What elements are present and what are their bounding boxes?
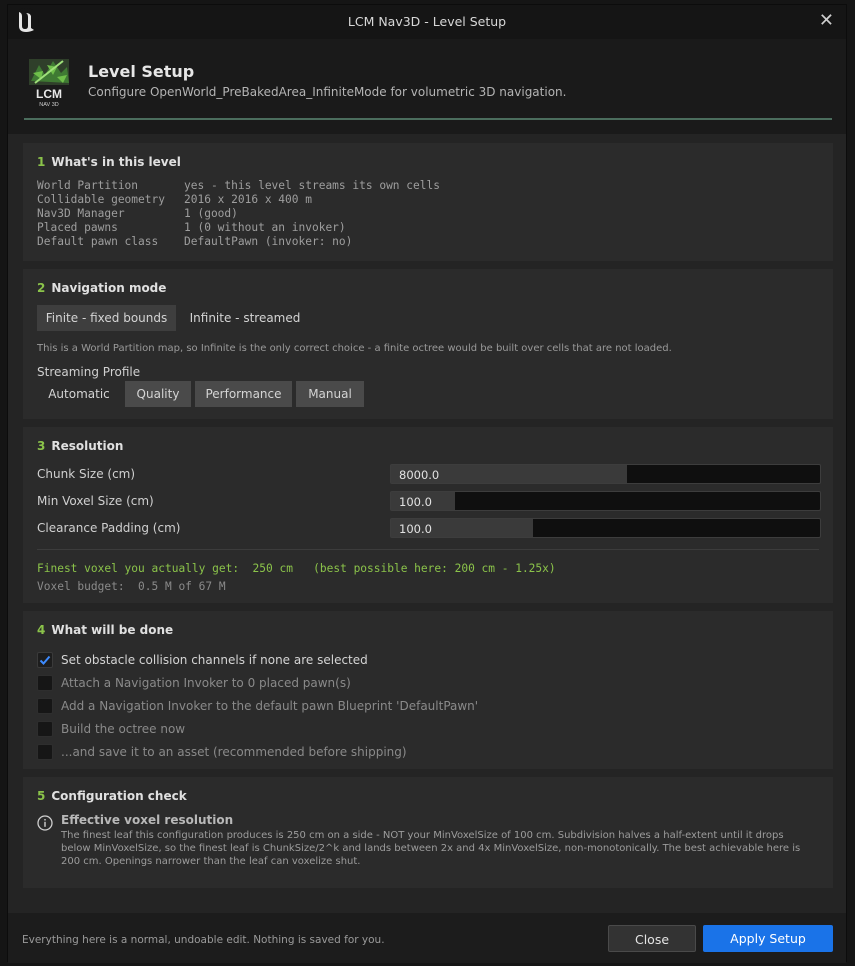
apply-setup-button[interactable]: Apply Setup bbox=[703, 925, 833, 952]
action-label: ...and save it to an asset (recommended … bbox=[61, 745, 407, 759]
mode-infinite-button[interactable]: Infinite - streamed bbox=[181, 305, 309, 331]
slider-value: 100.0 bbox=[399, 495, 432, 509]
checkbox-unchecked[interactable] bbox=[37, 698, 53, 714]
info-row-placed-pawns: Placed pawns 1 (0 without an invoker) bbox=[37, 221, 346, 234]
page-title: Level Setup bbox=[88, 62, 195, 81]
finest-voxel-readout: Finest voxel you actually get: 250 cm (b… bbox=[37, 562, 556, 575]
info-row-world-partition: World Partition yes - this level streams … bbox=[37, 179, 440, 192]
clearance-padding-slider[interactable]: 100.0 bbox=[390, 518, 821, 538]
slider-value: 8000.0 bbox=[399, 468, 440, 482]
info-row-default-pawn: Default pawn class DefaultPawn (invoker: … bbox=[37, 235, 353, 248]
close-icon[interactable]: ✕ bbox=[819, 11, 834, 31]
page-subtitle: Configure OpenWorld_PreBakedArea_Infinit… bbox=[88, 85, 567, 99]
section-title: 1 What's in this level bbox=[37, 155, 181, 169]
section-title: 4 What will be done bbox=[37, 623, 174, 637]
profile-quality-button[interactable]: Quality bbox=[125, 381, 191, 407]
checkmark-icon bbox=[39, 655, 51, 665]
check-line: 200 cm. Openings narrower than the leaf … bbox=[61, 856, 361, 867]
section-level-info: 1 What's in this level World Partition yes… bbox=[23, 143, 833, 261]
footer-note: Everything here is a normal, undoable ed… bbox=[22, 934, 385, 946]
profile-automatic-button[interactable]: Automatic bbox=[37, 381, 121, 407]
mode-finite-button[interactable]: Finite - fixed bounds bbox=[37, 305, 176, 331]
chunk-size-slider[interactable]: 8000.0 bbox=[390, 464, 821, 484]
chunk-size-label: Chunk Size (cm) bbox=[37, 467, 136, 481]
action-save-asset[interactable]: ...and save it to an asset (recommended … bbox=[37, 743, 797, 761]
section-title: 3 Resolution bbox=[37, 439, 124, 453]
section-actions: 4 What will be done Set obstacle collisio… bbox=[23, 611, 833, 769]
section-navigation-mode: 2 Navigation mode Finite - fixed bounds I… bbox=[23, 269, 833, 419]
title-bar[interactable]: LCM Nav3D - Level Setup ✕ bbox=[8, 5, 846, 39]
check-item-title: Effective voxel resolution bbox=[61, 813, 234, 827]
check-item-body: The finest leaf this configuration produ… bbox=[61, 829, 831, 868]
action-build-octree[interactable]: Build the octree now bbox=[37, 720, 797, 738]
window-title: LCM Nav3D - Level Setup bbox=[347, 14, 507, 29]
info-row-collidable-geometry: Collidable geometry 2016 x 2016 x 400 m bbox=[37, 193, 312, 206]
slider-value: 100.0 bbox=[399, 522, 432, 536]
action-add-invoker-default-pawn[interactable]: Add a Navigation Invoker to the default … bbox=[37, 697, 797, 715]
profile-manual-button[interactable]: Manual bbox=[296, 381, 364, 407]
checkbox-unchecked[interactable] bbox=[37, 721, 53, 737]
resolution-divider bbox=[37, 549, 819, 550]
section-configuration-check: 5 Configuration check Effective voxel res… bbox=[23, 777, 833, 888]
mode-hint: This is a World Partition map, so Infini… bbox=[37, 343, 672, 354]
lcm-nav3d-logo: LCM NAV 3D bbox=[29, 59, 69, 108]
footer: Everything here is a normal, undoable ed… bbox=[8, 913, 846, 963]
min-voxel-size-slider[interactable]: 100.0 bbox=[390, 491, 821, 511]
info-icon bbox=[37, 815, 53, 831]
check-line: The finest leaf this configuration produ… bbox=[61, 830, 784, 841]
checkbox-checked[interactable] bbox=[37, 652, 53, 668]
close-button[interactable]: Close bbox=[608, 925, 696, 952]
voxel-budget-readout: Voxel budget: 0.5 M of 67 M bbox=[37, 580, 226, 593]
action-label: Add a Navigation Invoker to the default … bbox=[61, 699, 479, 713]
logo-text-bottom: NAV 3D bbox=[39, 102, 58, 108]
header: LCM NAV 3D Level Setup Configure OpenWor… bbox=[8, 39, 846, 134]
action-collision-channels[interactable]: Set obstacle collision channels if none … bbox=[37, 651, 797, 669]
level-setup-window: LCM Nav3D - Level Setup ✕ LCM NAV 3D Lev… bbox=[7, 4, 847, 963]
action-label: Build the octree now bbox=[61, 722, 186, 736]
checkbox-unchecked[interactable] bbox=[37, 675, 53, 691]
section-resolution: 3 Resolution Chunk Size (cm) 8000.0 Min V… bbox=[23, 427, 833, 603]
clearance-padding-label: Clearance Padding (cm) bbox=[37, 521, 181, 535]
profile-performance-button[interactable]: Performance bbox=[195, 381, 292, 407]
section-title: 5 Configuration check bbox=[37, 789, 187, 803]
info-row-nav3d-manager: Nav3D Manager 1 (good) bbox=[37, 207, 238, 220]
header-divider bbox=[24, 118, 832, 120]
streaming-profile-label: Streaming Profile bbox=[37, 365, 141, 379]
section-title: 2 Navigation mode bbox=[37, 281, 167, 295]
action-attach-invoker[interactable]: Attach a Navigation Invoker to 0 placed … bbox=[37, 674, 797, 692]
check-line: below MinVoxelSize, so the finest leaf i… bbox=[61, 843, 801, 854]
checkbox-unchecked[interactable] bbox=[37, 744, 53, 760]
logo-text-top: LCM bbox=[36, 87, 62, 101]
action-label: Attach a Navigation Invoker to 0 placed … bbox=[61, 676, 351, 690]
action-label: Set obstacle collision channels if none … bbox=[61, 653, 368, 667]
min-voxel-size-label: Min Voxel Size (cm) bbox=[37, 494, 154, 508]
